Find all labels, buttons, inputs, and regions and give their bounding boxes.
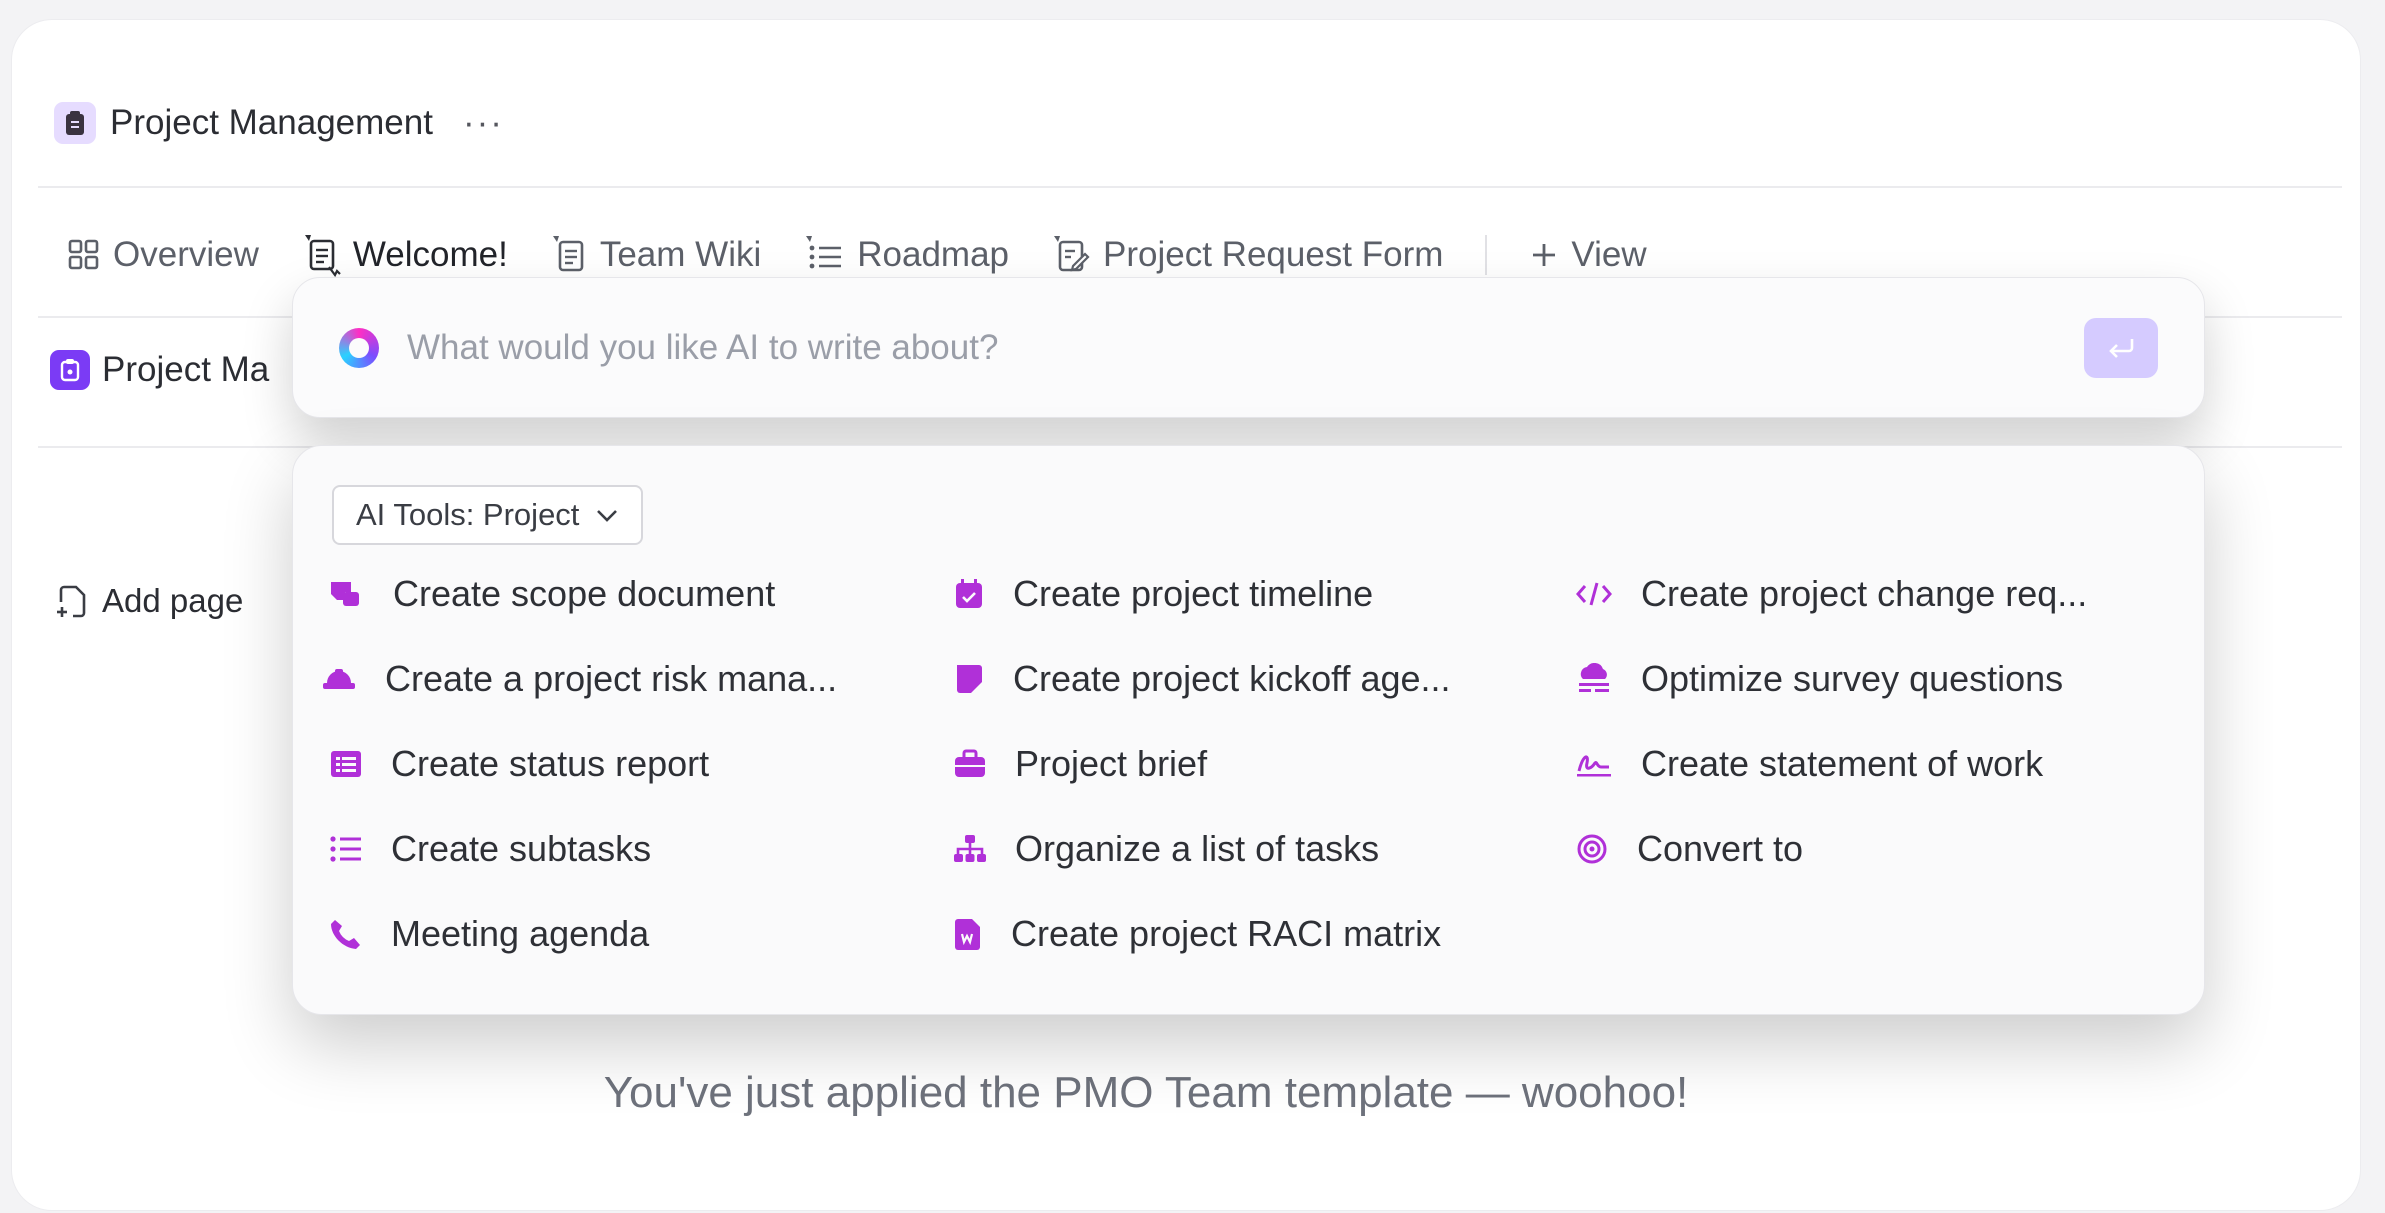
tab-label: View [1571, 235, 1647, 274]
doc-title[interactable]: Project Ma [102, 350, 269, 390]
ai-prompt-bar: What would you like AI to write about? [292, 277, 2205, 418]
hierarchy-icon [954, 835, 986, 862]
page-title[interactable]: Project Management [110, 103, 433, 143]
bullet-list-icon [330, 836, 361, 862]
ai-tool-project-brief[interactable]: Project brief [953, 734, 1207, 794]
enter-icon [2109, 338, 2134, 358]
doc-header: Project Ma [50, 350, 269, 390]
chevron-down-icon [597, 510, 618, 522]
add-page-button[interactable]: Add page [56, 582, 243, 620]
target-icon [1577, 834, 1607, 864]
welcome-text: You've just applied the PMO Team templat… [603, 1068, 1689, 1117]
ai-tools-label: AI Tools: Project [356, 497, 580, 532]
document-stamp-icon [331, 582, 359, 606]
ai-tool-convert-to[interactable]: Convert to [1575, 819, 1803, 879]
ai-tool-organize-tasks[interactable]: Organize a list of tasks [953, 819, 1379, 879]
pinned-doc-icon [552, 236, 584, 272]
ai-tool-create-project-timeline[interactable]: Create project timeline [953, 564, 1373, 624]
add-page-icon [57, 585, 86, 618]
briefcase-icon [955, 749, 985, 777]
add-view-button[interactable]: View [1529, 235, 1647, 275]
ai-tools-panel: AI Tools: Project Create scope document … [292, 445, 2205, 1015]
code-icon [1576, 582, 1612, 606]
ai-tool-create-subtasks[interactable]: Create subtasks [329, 819, 651, 879]
tab-overview[interactable]: Overview [67, 235, 259, 275]
clipboard-icon [54, 102, 96, 144]
send-button[interactable] [2084, 317, 2158, 378]
hardhat-icon [323, 669, 355, 689]
ai-prompt-input[interactable]: What would you like AI to write about? [407, 328, 2084, 368]
word-doc-icon [955, 919, 980, 950]
ai-tool-create-scope-document[interactable]: Create scope document [329, 564, 775, 624]
ai-tools-grid: Create scope document Create a project r… [323, 564, 2179, 994]
ai-tool-create-status-report[interactable]: Create status report [329, 734, 709, 794]
tab-label: Team Wiki [599, 235, 762, 274]
pinned-list-icon [806, 236, 842, 269]
doc-icon [50, 350, 90, 390]
ai-tools-dropdown[interactable]: AI Tools: Project [332, 485, 644, 545]
signature-icon [1577, 755, 1611, 777]
ai-tool-create-change-request[interactable]: Create project change req... [1575, 564, 2087, 624]
ai-tool-create-raci-matrix[interactable]: Create project RACI matrix [953, 904, 1441, 964]
more-options-icon[interactable]: ··· [463, 103, 504, 143]
tab-label: Welcome! [352, 235, 508, 274]
list-box-icon [331, 751, 361, 777]
tab-label: Overview [113, 235, 259, 274]
note-icon [957, 665, 982, 693]
ai-orb-icon [339, 327, 379, 368]
breadcrumb: Project Management ··· [54, 78, 504, 168]
add-page-label: Add page [102, 582, 244, 619]
tab-label: Project Request Form [1103, 235, 1444, 274]
cloud-list-icon [1579, 663, 1609, 692]
pinned-form-icon [1054, 236, 1090, 272]
overview-icon [68, 239, 99, 270]
ai-tool-meeting-agenda[interactable]: Meeting agenda [329, 904, 649, 964]
tab-divider [1485, 235, 1488, 275]
ai-tool-optimize-survey[interactable]: Optimize survey questions [1575, 649, 2063, 709]
tab-welcome[interactable]: Welcome! [301, 233, 508, 277]
ai-tool-create-kickoff-agenda[interactable]: Create project kickoff age... [953, 649, 1451, 709]
tab-roadmap[interactable]: Roadmap [803, 234, 1009, 276]
tab-team-wiki[interactable]: Team Wiki [550, 234, 761, 276]
pinned-doc-icon [304, 235, 341, 277]
tab-label: Roadmap [857, 235, 1010, 274]
ai-tool-statement-of-work[interactable]: Create statement of work [1575, 734, 2043, 794]
calendar-icon [956, 579, 982, 608]
tab-project-request-form[interactable]: Project Request Form [1051, 234, 1443, 276]
divider [38, 186, 2342, 188]
phone-icon [331, 920, 360, 949]
ai-tool-create-risk-management[interactable]: Create a project risk mana... [321, 649, 837, 709]
plus-icon [1533, 244, 1556, 266]
